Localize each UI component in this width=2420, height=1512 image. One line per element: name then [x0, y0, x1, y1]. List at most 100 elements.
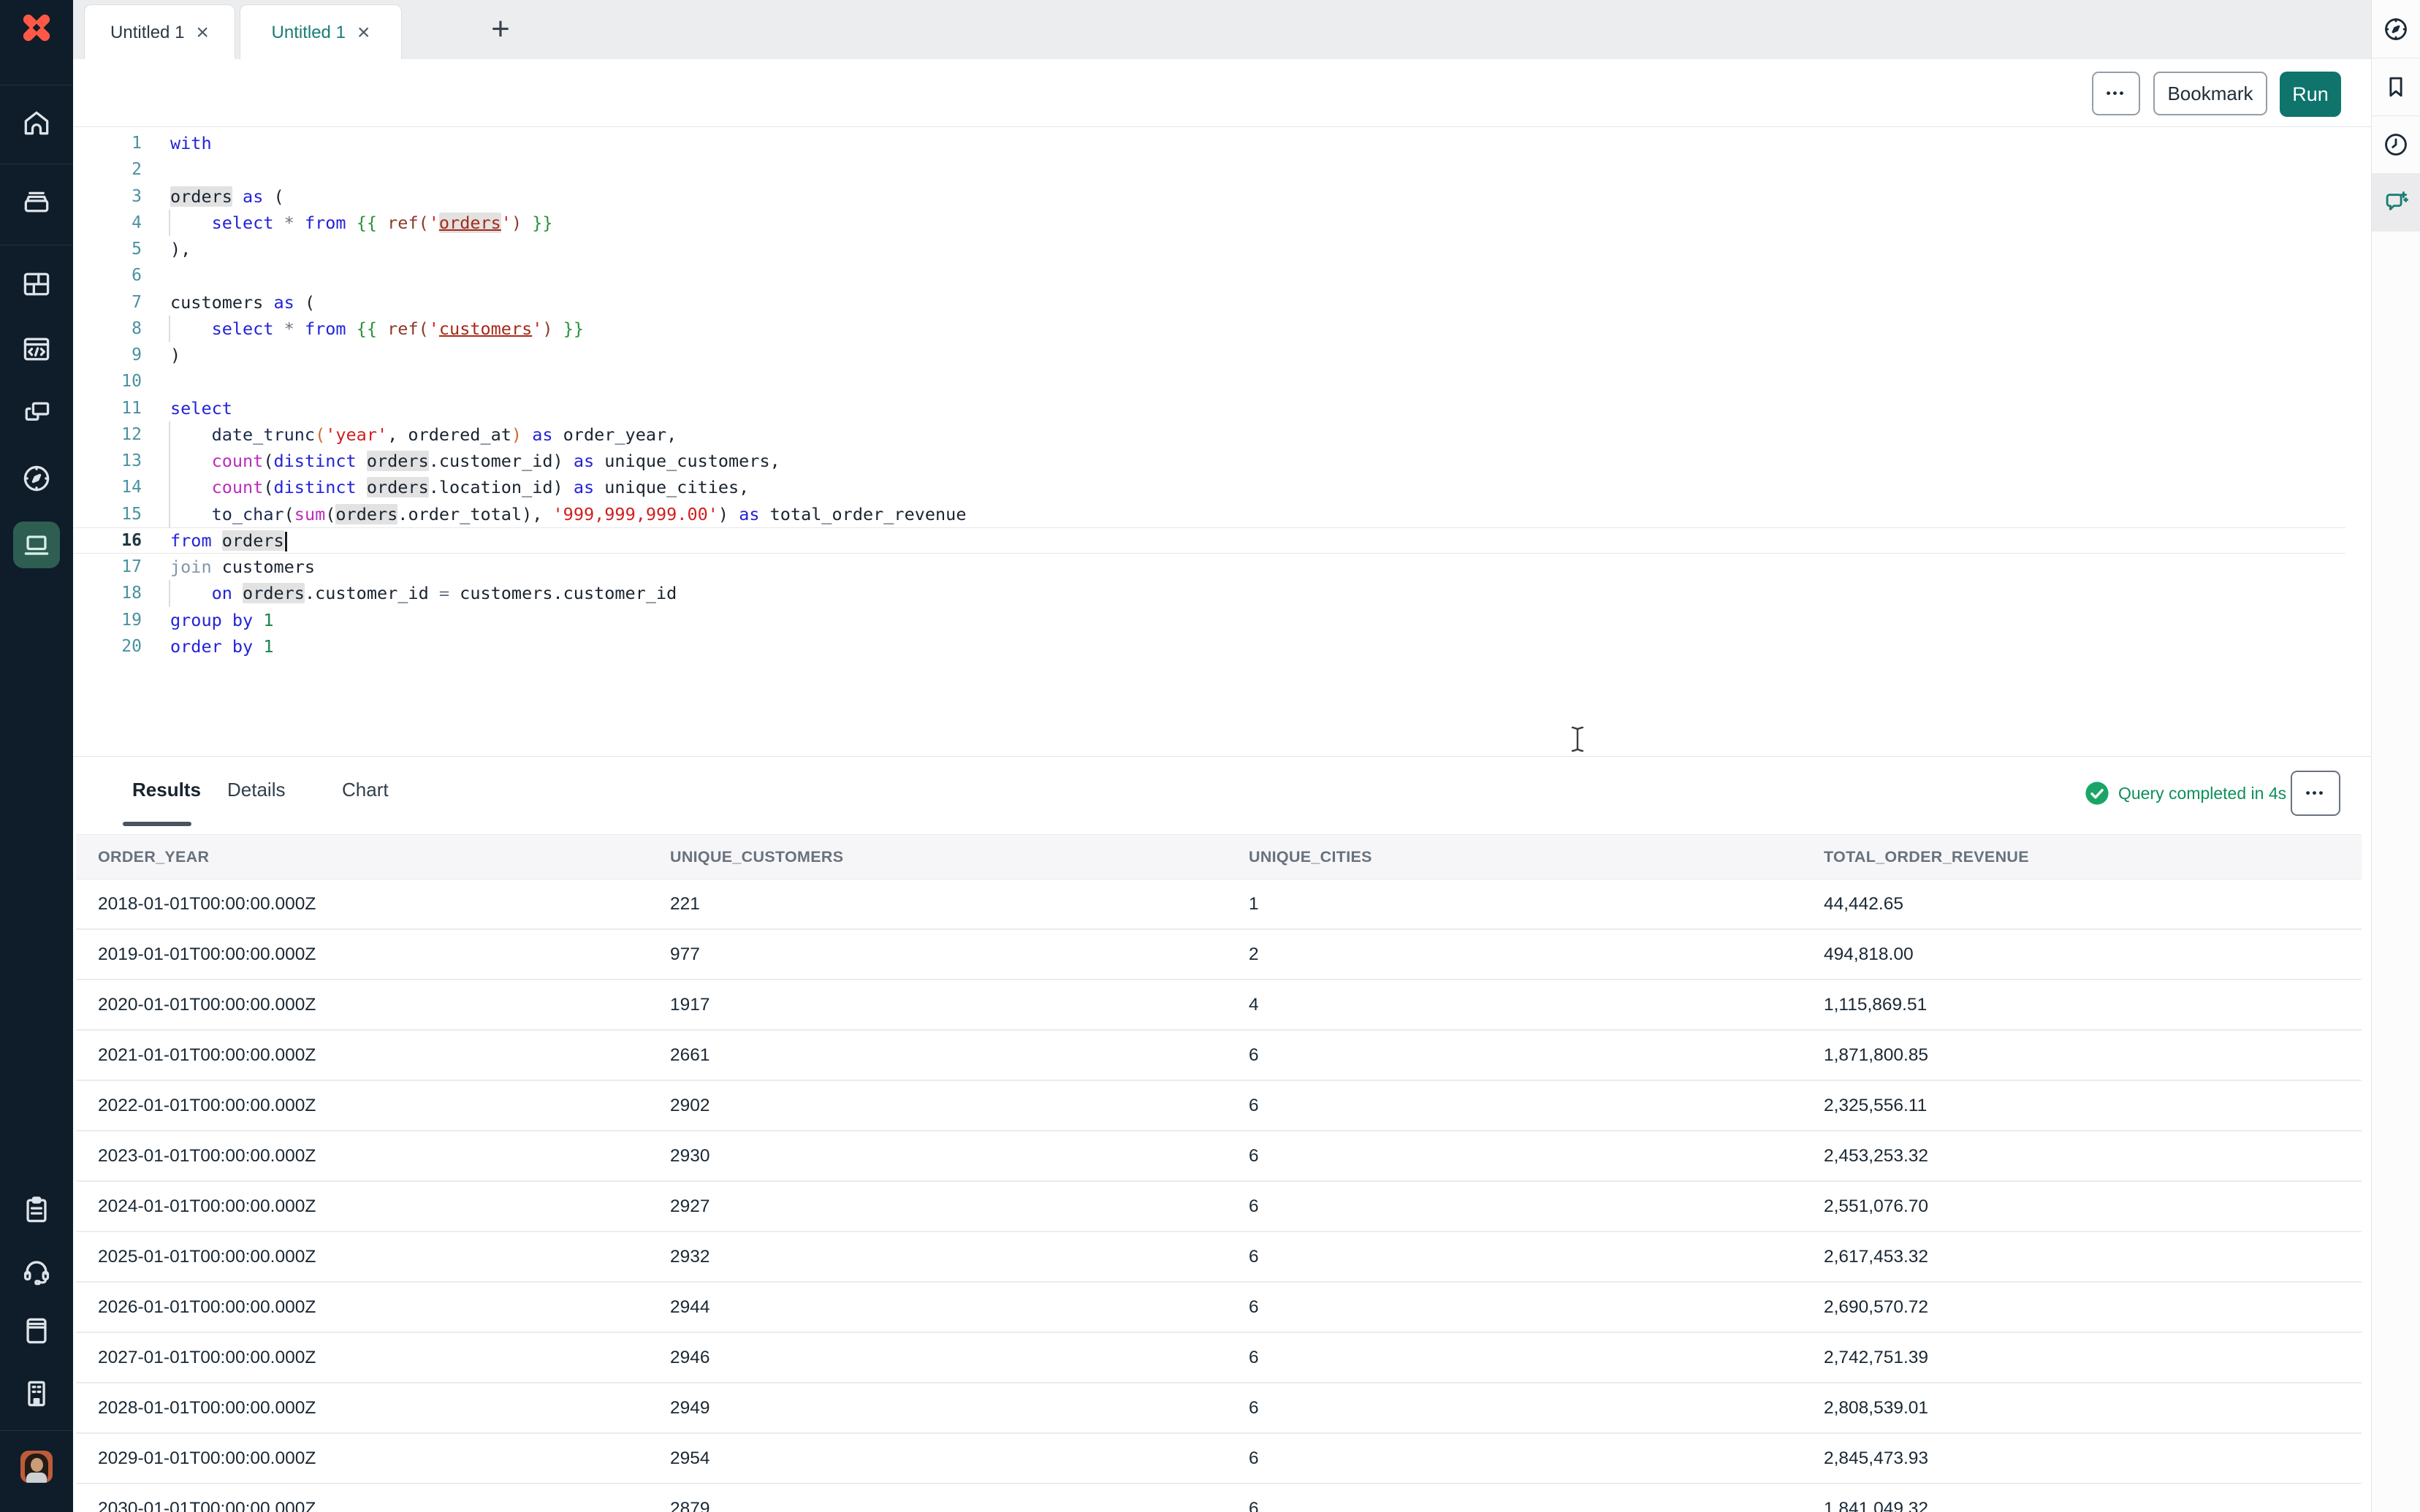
- column-header-unique_customers[interactable]: UNIQUE_CUSTOMERS: [670, 848, 1249, 866]
- code-text: from orders: [153, 528, 2345, 553]
- table-row[interactable]: 2024-01-01T00:00:00.000Z292762,551,076.7…: [76, 1182, 2362, 1232]
- right-sidebar-item-explore[interactable]: [2372, 0, 2420, 58]
- sidebar-item-org[interactable]: [20, 1378, 53, 1410]
- close-icon[interactable]: ×: [196, 22, 209, 44]
- table-row[interactable]: 2029-01-01T00:00:00.000Z295462,845,473.9…: [76, 1434, 2362, 1484]
- tab-details[interactable]: Details: [227, 779, 285, 801]
- ai-chat-icon: [2382, 188, 2410, 216]
- code-text: on orders.customer_id = customers.custom…: [153, 580, 2345, 606]
- table-row[interactable]: 2028-01-01T00:00:00.000Z294962,808,539.0…: [76, 1383, 2362, 1434]
- table-row[interactable]: 2027-01-01T00:00:00.000Z294662,742,751.3…: [76, 1333, 2362, 1383]
- sidebar-item-home[interactable]: [20, 107, 53, 139]
- table-cell: 2954: [670, 1448, 1249, 1469]
- table-cell: 6: [1249, 1096, 1824, 1116]
- sidebar-item-apps[interactable]: [20, 268, 53, 300]
- table-row[interactable]: 2018-01-01T00:00:00.000Z221144,442.65: [76, 879, 2362, 930]
- tab-chart[interactable]: Chart: [342, 779, 389, 801]
- right-sidebar: [2371, 0, 2420, 1512]
- code-line-1[interactable]: 1with: [73, 130, 2345, 156]
- code-line-11[interactable]: 11select: [73, 395, 2345, 421]
- code-line-15[interactable]: 15 to_char(sum(orders.order_total), '999…: [73, 501, 2345, 527]
- table-row[interactable]: 2023-01-01T00:00:00.000Z293062,453,253.3…: [76, 1131, 2362, 1182]
- table-cell: 2029-01-01T00:00:00.000Z: [98, 1448, 670, 1469]
- table-row[interactable]: 2025-01-01T00:00:00.000Z293262,617,453.3…: [76, 1232, 2362, 1283]
- code-line-18[interactable]: 18 on orders.customer_id = customers.cus…: [73, 580, 2345, 606]
- code-line-16[interactable]: 16from orders: [73, 527, 2345, 554]
- table-cell: 1,871,800.85: [1824, 1045, 2362, 1066]
- table-cell: 6: [1249, 1146, 1824, 1167]
- code-line-5[interactable]: 5),: [73, 236, 2345, 262]
- sidebar-item-code-cell[interactable]: [20, 333, 53, 365]
- code-line-20[interactable]: 20order by 1: [73, 633, 2345, 660]
- column-header-total_order_revenue[interactable]: TOTAL_ORDER_REVENUE: [1824, 848, 2362, 866]
- new-tab-button[interactable]: +: [483, 12, 518, 47]
- table-row[interactable]: 2022-01-01T00:00:00.000Z290262,325,556.1…: [76, 1081, 2362, 1131]
- results-table-header: ORDER_YEARUNIQUE_CUSTOMERSUNIQUE_CITIEST…: [76, 834, 2362, 879]
- avatar-image: [31, 1458, 43, 1472]
- bookmark-button[interactable]: Bookmark: [2153, 72, 2267, 115]
- check-circle-icon: [2085, 781, 2109, 806]
- table-row[interactable]: 2019-01-01T00:00:00.000Z9772494,818.00: [76, 930, 2362, 980]
- code-text: [153, 262, 2345, 289]
- sidebar-item-explore[interactable]: [20, 462, 53, 495]
- code-line-19[interactable]: 19group by 1: [73, 607, 2345, 633]
- code-line-7[interactable]: 7customers as (: [73, 289, 2345, 316]
- code-line-8[interactable]: 8 select * from {{ ref('customers') }}: [73, 316, 2345, 342]
- indent-guide: [169, 474, 170, 500]
- code-line-4[interactable]: 4 select * from {{ ref('orders') }}: [73, 210, 2345, 236]
- line-number: 15: [73, 501, 153, 527]
- sidebar-item-components[interactable]: [20, 397, 53, 429]
- right-sidebar-item-history[interactable]: [2372, 115, 2420, 174]
- sidebar-item-collections[interactable]: [20, 185, 53, 217]
- code-line-12[interactable]: 12 date_trunc('year', ordered_at) as ord…: [73, 421, 2345, 448]
- org-icon: [20, 1378, 53, 1410]
- sidebar-item-workspace[interactable]: [13, 522, 60, 568]
- table-row[interactable]: 2030-01-01T00:00:00.000Z287961,841,049.3…: [76, 1484, 2362, 1512]
- table-row[interactable]: 2026-01-01T00:00:00.000Z294462,690,570.7…: [76, 1283, 2362, 1333]
- table-cell: 6: [1249, 1398, 1824, 1419]
- code-line-13[interactable]: 13 count(distinct orders.customer_id) as…: [73, 448, 2345, 474]
- tab-untitled-1[interactable]: Untitled 1 ×: [84, 4, 235, 60]
- explore-icon: [20, 462, 53, 495]
- results-more-button[interactable]: •••: [2291, 771, 2340, 816]
- column-header-unique_cities[interactable]: UNIQUE_CITIES: [1249, 848, 1824, 866]
- code-line-6[interactable]: 6: [73, 262, 2345, 289]
- code-line-14[interactable]: 14 count(distinct orders.location_id) as…: [73, 474, 2345, 500]
- right-sidebar-item-bookmark[interactable]: [2372, 58, 2420, 116]
- code-line-2[interactable]: 2: [73, 156, 2345, 183]
- line-number: 1: [73, 130, 153, 156]
- table-cell: 2927: [670, 1196, 1249, 1217]
- table-row[interactable]: 2020-01-01T00:00:00.000Z191741,115,869.5…: [76, 980, 2362, 1031]
- indent-guide: [169, 580, 170, 606]
- hex-logo-icon[interactable]: [18, 9, 56, 47]
- column-header-order_year[interactable]: ORDER_YEAR: [98, 848, 670, 866]
- more-options-button[interactable]: •••: [2092, 72, 2140, 115]
- sidebar-item-support[interactable]: [20, 1255, 53, 1287]
- table-cell: 2,742,751.39: [1824, 1348, 2362, 1368]
- code-line-10[interactable]: 10: [73, 368, 2345, 394]
- sidebar-item-docs[interactable]: [20, 1315, 53, 1347]
- table-row[interactable]: 2021-01-01T00:00:00.000Z266161,871,800.8…: [76, 1031, 2362, 1081]
- tab-untitled-2[interactable]: Untitled 1 ×: [240, 4, 402, 60]
- tab-results[interactable]: Results: [132, 779, 201, 801]
- app-window: Untitled 1 × Untitled 1 × + ••• Bookmark…: [0, 0, 2420, 1512]
- code-text: ),: [153, 236, 2345, 262]
- table-cell: 2,325,556.11: [1824, 1096, 2362, 1116]
- line-number: 14: [73, 474, 153, 500]
- code-line-9[interactable]: 9): [73, 342, 2345, 368]
- code-line-3[interactable]: 3orders as (: [73, 183, 2345, 210]
- line-number: 4: [73, 210, 153, 236]
- code-line-17[interactable]: 17join customers: [73, 554, 2345, 580]
- right-sidebar-item-ai-chat[interactable]: [2372, 173, 2420, 232]
- user-avatar[interactable]: [20, 1451, 53, 1483]
- table-cell: 6: [1249, 1499, 1824, 1512]
- results-table-body[interactable]: 2018-01-01T00:00:00.000Z221144,442.65201…: [76, 879, 2362, 1512]
- results-panel: Results Details Chart Query completed in…: [73, 756, 2371, 1512]
- run-button[interactable]: Run: [2280, 72, 2341, 117]
- sidebar-item-clipboard[interactable]: [20, 1194, 53, 1226]
- close-icon[interactable]: ×: [357, 22, 370, 44]
- table-cell: 2021-01-01T00:00:00.000Z: [98, 1045, 670, 1066]
- table-cell: 1,841,049.32: [1824, 1499, 2362, 1512]
- sql-editor[interactable]: 1with23orders as (4 select * from {{ ref…: [73, 127, 2371, 756]
- active-tab-underline: [123, 822, 191, 826]
